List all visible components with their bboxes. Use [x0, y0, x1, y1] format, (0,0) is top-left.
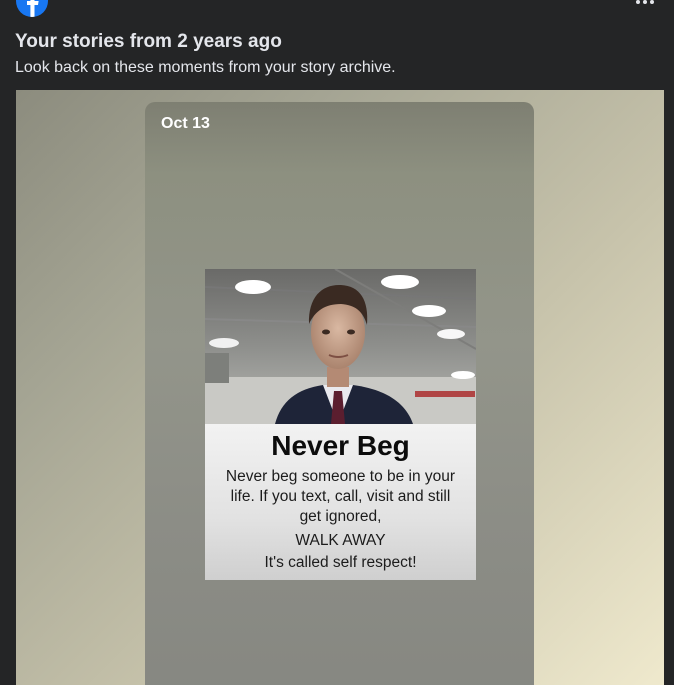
memories-title: Your stories from 2 years ago: [15, 31, 282, 52]
more-dot: [636, 0, 640, 4]
more-dot: [650, 0, 654, 4]
memories-card: Your stories from 2 years ago Look back …: [0, 0, 674, 685]
memories-subtitle: Look back on these moments from your sto…: [15, 59, 396, 76]
poster-self-respect: It's called self respect!: [264, 554, 417, 571]
story-preview[interactable]: Oct 13 Never Beg Never beg someone to be…: [16, 90, 664, 685]
man-in-suit-photo: [205, 269, 476, 424]
more-dot: [643, 0, 647, 4]
more-options-button[interactable]: [634, 0, 656, 10]
story-poster-image: Never Beg Never beg someone to be in you…: [205, 269, 476, 580]
poster-quote: Never Beg Never beg someone to be in you…: [205, 424, 476, 580]
poster-walk-away: WALK AWAY: [295, 532, 386, 549]
story-date: Oct 13: [161, 115, 210, 132]
facebook-logo-icon[interactable]: [16, 0, 48, 17]
poster-headline: Never Beg: [271, 430, 410, 461]
story-card[interactable]: Oct 13 Never Beg Never beg someone to be…: [145, 102, 534, 685]
poster-body-text: Never beg someone to be in your life. If…: [225, 468, 456, 525]
